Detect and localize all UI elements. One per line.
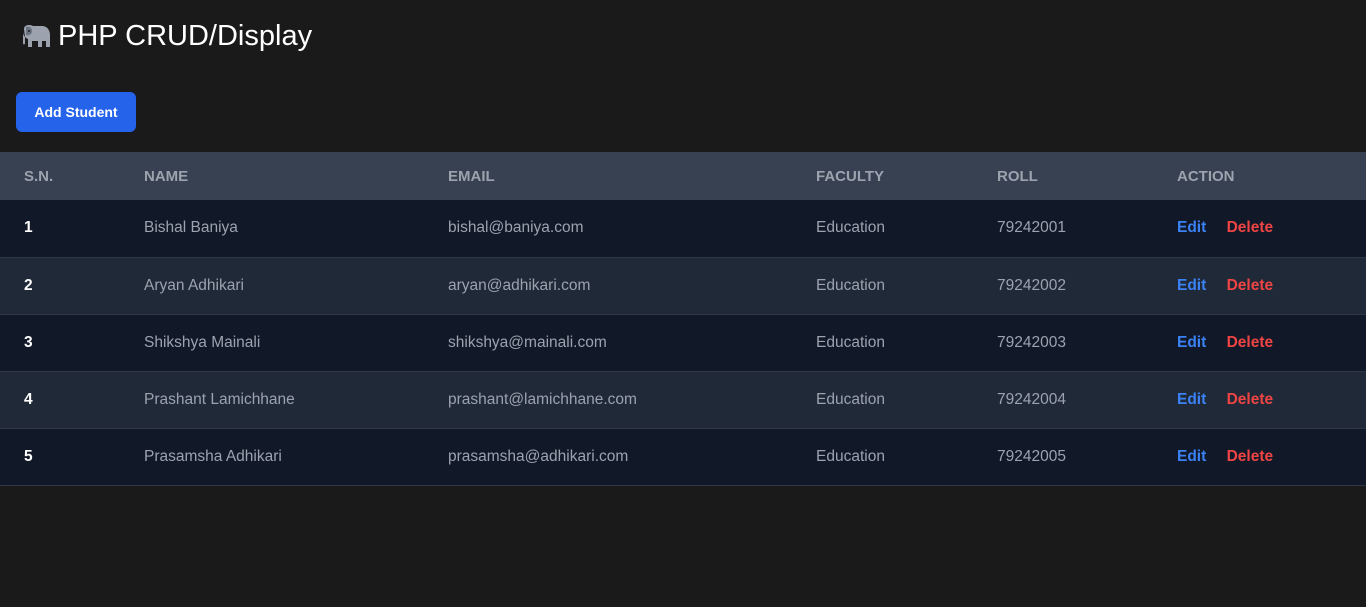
delete-link[interactable]: Delete <box>1227 448 1274 465</box>
edit-link[interactable]: Edit <box>1177 448 1206 465</box>
cell-sn: 3 <box>24 333 33 351</box>
edit-link[interactable]: Edit <box>1177 219 1206 236</box>
cell-faculty: Education <box>816 219 885 237</box>
delete-link[interactable]: Delete <box>1227 391 1274 408</box>
table-header-row: S.N. NAME EMAIL FACULTY ROLL ACTION <box>0 152 1366 200</box>
edit-link[interactable]: Edit <box>1177 277 1206 294</box>
column-header-email: EMAIL <box>448 167 495 185</box>
cell-action: Edit Delete <box>1177 314 1366 371</box>
cell-action: Edit Delete <box>1177 257 1366 314</box>
cell-roll: 79242003 <box>997 333 1066 351</box>
elephant-icon <box>20 23 52 49</box>
cell-name: Bishal Baniya <box>144 219 238 237</box>
column-header-action: ACTION <box>1177 167 1235 185</box>
column-header-faculty: FACULTY <box>816 167 885 185</box>
cell-email: prashant@lamichhane.com <box>448 390 637 408</box>
cell-name: Prashant Lamichhane <box>144 390 295 408</box>
table-row: 4 Prashant Lamichhane prashant@lamichhan… <box>0 371 1366 428</box>
page-header: PHP CRUD/Display <box>20 18 312 54</box>
cell-name: Aryan Adhikari <box>144 276 244 294</box>
cell-roll: 79242005 <box>997 447 1066 465</box>
cell-faculty: Education <box>816 276 885 294</box>
cell-roll: 79242002 <box>997 276 1066 294</box>
cell-action: Edit Delete <box>1177 371 1366 428</box>
column-header-roll: ROLL <box>997 167 1038 185</box>
cell-action: Edit Delete <box>1177 428 1366 485</box>
delete-link[interactable]: Delete <box>1227 334 1274 351</box>
cell-email: shikshya@mainali.com <box>448 333 607 351</box>
delete-link[interactable]: Delete <box>1227 277 1274 294</box>
delete-link[interactable]: Delete <box>1227 219 1274 236</box>
table-row: 5 Prasamsha Adhikari prasamsha@adhikari.… <box>0 428 1366 485</box>
page-title: PHP CRUD/Display <box>58 19 313 52</box>
table-row: 3 Shikshya Mainali shikshya@mainali.com … <box>0 314 1366 371</box>
cell-faculty: Education <box>816 447 885 465</box>
edit-link[interactable]: Edit <box>1177 391 1206 408</box>
table-row: 2 Aryan Adhikari aryan@adhikari.com Educ… <box>0 257 1366 314</box>
cell-sn: 4 <box>24 390 33 408</box>
students-table: S.N. NAME EMAIL FACULTY ROLL ACTION 1 Bi… <box>0 152 1366 486</box>
cell-roll: 79242004 <box>997 390 1066 408</box>
cell-roll: 79242001 <box>997 219 1066 237</box>
cell-action: Edit Delete <box>1177 200 1366 257</box>
cell-email: aryan@adhikari.com <box>448 276 591 294</box>
cell-sn: 5 <box>24 447 33 465</box>
cell-sn: 1 <box>24 219 33 237</box>
edit-link[interactable]: Edit <box>1177 334 1206 351</box>
column-header-sn: S.N. <box>24 167 54 185</box>
cell-name: Shikshya Mainali <box>144 333 261 351</box>
table-row: 1 Bishal Baniya bishal@baniya.com Educat… <box>0 200 1366 257</box>
cell-sn: 2 <box>24 276 33 294</box>
cell-email: prasamsha@adhikari.com <box>448 447 629 465</box>
column-header-name: NAME <box>144 167 189 185</box>
add-student-button[interactable]: Add Student <box>16 92 136 132</box>
cell-name: Prasamsha Adhikari <box>144 447 282 465</box>
cell-faculty: Education <box>816 390 885 408</box>
cell-faculty: Education <box>816 333 885 351</box>
cell-email: bishal@baniya.com <box>448 219 584 237</box>
